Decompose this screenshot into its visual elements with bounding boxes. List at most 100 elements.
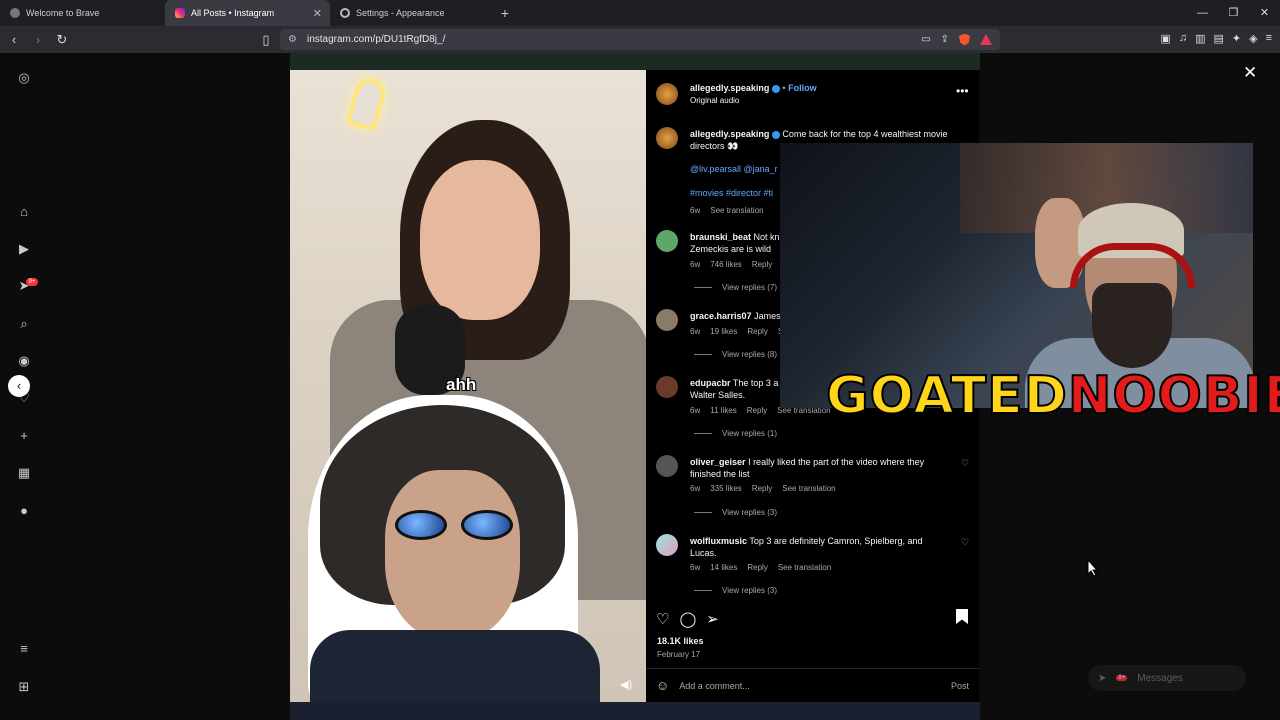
share-icon[interactable]: ⇪ <box>941 34 949 46</box>
home-icon[interactable]: ⌂ <box>16 204 32 220</box>
comment-likes[interactable]: 335 likes <box>710 484 742 493</box>
sidebar-icon[interactable]: ▥ <box>1195 32 1205 45</box>
view-replies-label: View replies (1) <box>722 429 777 438</box>
audio-label[interactable]: Original audio <box>690 95 739 107</box>
share-paperplane-icon[interactable]: ➢ <box>706 610 719 628</box>
comment-username[interactable]: grace.harris07 <box>690 311 752 321</box>
caption-avatar[interactable] <box>656 127 678 149</box>
more-options-icon[interactable]: ••• <box>956 85 969 97</box>
caption-hashtags[interactable]: #movies #director #ti <box>690 187 773 199</box>
address-bar[interactable]: ⚙ instagram.com/p/DU1tRgfD8j_/ ▭ ⇪ <box>280 29 1000 50</box>
forward-icon[interactable]: › <box>28 32 48 47</box>
brave-shields-icon[interactable] <box>959 33 970 46</box>
like-count[interactable]: 18.1K likes <box>657 636 704 646</box>
bookmark-page-icon[interactable]: ▯ <box>256 32 276 48</box>
menu-icon[interactable]: ≡ <box>1266 32 1272 45</box>
streamer <box>1092 283 1172 368</box>
reply-button[interactable]: Reply <box>752 484 772 493</box>
reply-button[interactable]: Reply <box>747 563 767 572</box>
vpn-icon[interactable]: ◈ <box>1249 32 1257 45</box>
profile-avatar-icon[interactable]: ● <box>16 503 32 519</box>
dashboard-icon[interactable]: ▦ <box>16 465 32 481</box>
comment-body: Lucas. <box>690 548 717 558</box>
comment-likes[interactable]: 14 likes <box>710 563 737 572</box>
see-translation-link[interactable]: See translation <box>710 206 763 215</box>
comment-bubble-icon[interactable]: ◯ <box>679 610 696 628</box>
comment-username[interactable]: braunski_beat <box>690 232 751 242</box>
view-replies[interactable]: View replies (3) <box>694 508 777 517</box>
comment-likes[interactable]: 19 likes <box>710 327 737 336</box>
reels-icon[interactable]: ▶ <box>16 241 32 257</box>
author-avatar[interactable] <box>656 83 678 105</box>
post-comment-button[interactable]: Post <box>951 681 969 691</box>
brave-icon <box>10 8 20 18</box>
leo-ai-icon[interactable]: ✦ <box>1232 32 1241 45</box>
reply-button[interactable]: Reply <box>747 327 767 336</box>
comment-likes[interactable]: 746 likes <box>710 260 742 269</box>
caption-mentions[interactable]: @liv.pearsall @jana_r <box>690 163 778 175</box>
comment-username[interactable]: wolfluxmusic <box>690 536 747 546</box>
create-icon[interactable]: + <box>16 428 32 444</box>
separator: • <box>782 83 786 93</box>
cast-icon[interactable]: ▭ <box>921 34 930 46</box>
caption-age: 6w <box>690 206 701 215</box>
close-window-icon[interactable]: ✕ <box>1249 0 1280 26</box>
gear-icon <box>340 8 350 18</box>
explore-icon[interactable]: ◉ <box>16 353 32 369</box>
like-comment-heart-icon[interactable]: ♡ <box>961 458 969 469</box>
wallet-card-icon[interactable]: ▤ <box>1213 32 1223 45</box>
video-cutout <box>385 470 520 640</box>
messages-button[interactable]: ➤ 9+ Messages <box>1088 665 1246 691</box>
brave-rewards-icon[interactable] <box>980 33 992 45</box>
site-info-icon[interactable]: ⚙ <box>288 34 297 45</box>
also-from-meta-icon[interactable]: ⊞ <box>16 679 32 695</box>
messages-label: Messages <box>1137 672 1183 684</box>
comment-username[interactable]: oliver_geiser <box>690 457 746 467</box>
save-bookmark-icon[interactable] <box>956 609 968 624</box>
comment-username[interactable]: edupacbr <box>690 378 731 388</box>
tab-instagram[interactable]: All Posts • Instagram ✕ <box>165 0 330 26</box>
comment-age: 6w <box>690 327 701 336</box>
like-comment-heart-icon[interactable]: ♡ <box>961 537 969 548</box>
tab-welcome[interactable]: Welcome to Brave <box>0 0 165 26</box>
caption-username[interactable]: allegedly.speaking <box>690 129 769 139</box>
add-comment-input[interactable]: Add a comment... <box>679 681 750 691</box>
minimize-icon[interactable]: — <box>1187 0 1218 26</box>
comment-body: Walter Salles. <box>690 390 746 400</box>
close-post-icon[interactable]: ✕ <box>1243 63 1257 83</box>
view-replies[interactable]: View replies (3) <box>694 586 777 595</box>
reply-button[interactable]: Reply <box>747 406 767 415</box>
restore-icon[interactable]: ❐ <box>1218 0 1249 26</box>
comment-avatar[interactable] <box>656 230 678 252</box>
comment-avatar[interactable] <box>656 376 678 398</box>
reel-video[interactable]: ahh ◀) <box>290 70 646 702</box>
see-translation-link[interactable]: See translation <box>778 563 831 572</box>
see-translation-link[interactable]: See translation <box>782 484 835 493</box>
instagram-logo-icon[interactable]: ◎ <box>16 70 32 86</box>
comment-body: The top 3 a <box>732 378 779 388</box>
comment-avatar[interactable] <box>656 309 678 331</box>
tab-settings[interactable]: Settings - Appearance <box>330 0 495 26</box>
comment-avatar[interactable] <box>656 455 678 477</box>
like-heart-icon[interactable]: ♡ <box>656 610 669 628</box>
previous-post-icon[interactable]: ‹ <box>8 375 30 397</box>
author-username[interactable]: allegedly.speaking <box>690 83 769 93</box>
view-replies[interactable]: View replies (7) <box>694 283 777 292</box>
volume-icon[interactable]: ◀) <box>620 678 632 691</box>
emoji-icon[interactable]: ☺ <box>656 678 669 693</box>
back-icon[interactable]: ‹ <box>4 32 24 47</box>
reload-icon[interactable]: ↻ <box>52 32 72 48</box>
view-replies[interactable]: View replies (1) <box>694 429 777 438</box>
comment-avatar[interactable] <box>656 534 678 556</box>
new-tab-button[interactable]: + <box>495 5 515 21</box>
wallet-icon[interactable]: ▣ <box>1160 32 1170 45</box>
comment-likes[interactable]: 11 likes <box>710 406 737 415</box>
media-icon[interactable]: ♫ <box>1179 32 1187 45</box>
close-tab-icon[interactable]: ✕ <box>313 7 322 20</box>
search-icon[interactable]: ⌕ <box>16 316 32 332</box>
more-menu-icon[interactable]: ≡ <box>16 641 32 657</box>
comment-meta: 6w 335 likes Reply See translation <box>690 484 836 493</box>
follow-button[interactable]: Follow <box>788 83 817 93</box>
view-replies[interactable]: View replies (8) <box>694 350 777 359</box>
reply-button[interactable]: Reply <box>752 260 772 269</box>
